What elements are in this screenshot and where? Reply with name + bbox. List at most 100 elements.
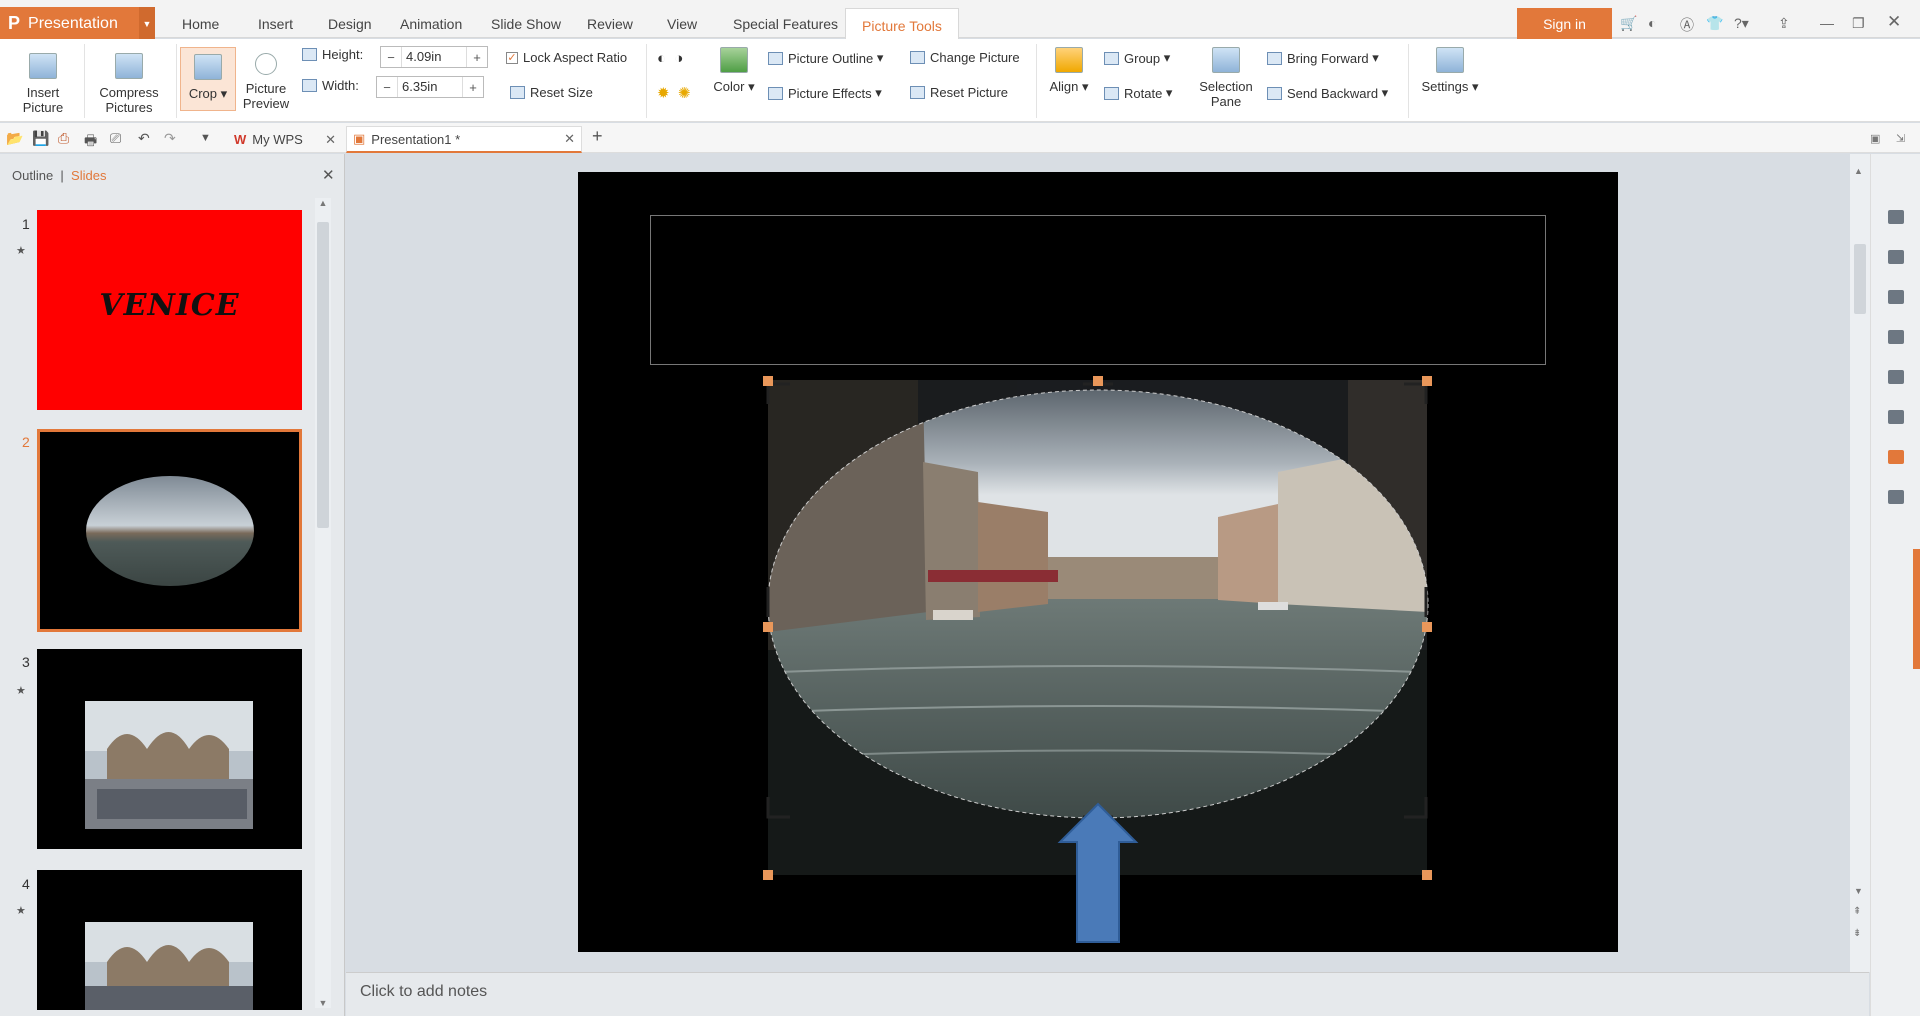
reset-picture-button[interactable]: Reset Picture xyxy=(910,85,1008,100)
contrast-icons[interactable]: ◐ ◑ xyxy=(657,50,683,67)
tab-view[interactable]: View xyxy=(667,16,697,32)
comments-icon[interactable] xyxy=(1888,410,1904,424)
width-value[interactable]: 6.35in xyxy=(397,77,463,97)
brightness-up-icon[interactable]: ✹ xyxy=(657,84,670,102)
tab-presentation1[interactable]: ▣ Presentation1 * ✕ xyxy=(346,126,582,153)
cropped-picture[interactable] xyxy=(578,172,1618,952)
height-value[interactable]: 4.09in xyxy=(401,47,467,67)
scroll-thumb[interactable] xyxy=(317,222,329,528)
shirt-icon[interactable]: 👕 xyxy=(1706,15,1723,32)
tab-outline[interactable]: Outline xyxy=(12,168,53,183)
window-mode-icon[interactable]: ▣ xyxy=(1870,132,1880,145)
print-preview-icon[interactable]: ⎚ xyxy=(110,130,121,147)
change-picture-button[interactable]: Change Picture xyxy=(910,50,1020,65)
tab-slide-show[interactable]: Slide Show xyxy=(491,16,561,32)
insert-picture-button[interactable]: Insert Picture xyxy=(12,53,74,115)
canvas-scrollbar[interactable]: ▲ ▼ ⇞ ⇟ xyxy=(1850,154,1870,972)
tab-insert[interactable]: Insert xyxy=(258,16,293,32)
scroll-up-icon[interactable]: ▲ xyxy=(1854,166,1863,176)
notes-placeholder[interactable]: Click to add notes xyxy=(360,983,487,1001)
width-increase[interactable]: + xyxy=(463,80,483,95)
customize-dropdown-icon[interactable]: ▼ xyxy=(200,132,211,144)
prev-slide-icon[interactable]: ⇞ xyxy=(1853,906,1861,917)
tab-my-wps[interactable]: W My WPS ✕ xyxy=(228,126,340,153)
sign-in-button[interactable]: Sign in xyxy=(1517,8,1612,40)
new-document-icon[interactable] xyxy=(1888,210,1904,224)
slide-thumbnail-4[interactable] xyxy=(37,870,302,1010)
contrast-down-icon[interactable]: ◑ xyxy=(674,50,683,67)
slide-editor[interactable] xyxy=(578,172,1618,952)
reset-size-button[interactable]: Reset Size xyxy=(510,85,593,100)
next-slide-icon[interactable]: ⇟ xyxy=(1853,928,1861,939)
rotate-button[interactable]: Rotate ▾ xyxy=(1104,85,1172,101)
picture-outline-button[interactable]: Picture Outline ▾ xyxy=(768,50,883,66)
selection-pane-button[interactable]: Selection Pane xyxy=(1194,47,1258,109)
tab-special-features[interactable]: Special Features xyxy=(733,16,838,32)
send-backward-button[interactable]: Send Backward ▾ xyxy=(1267,85,1388,101)
width-stepper[interactable]: − 6.35in + xyxy=(376,76,484,98)
cart-icon[interactable]: 🛒 xyxy=(1620,15,1637,32)
close-tab-icon[interactable]: ✕ xyxy=(325,132,336,148)
picture-preview-button[interactable]: Picture Preview xyxy=(240,53,292,111)
share-icon[interactable]: ⇪ xyxy=(1778,15,1790,32)
slide-layout-icon[interactable] xyxy=(1888,250,1904,264)
height-decrease[interactable]: − xyxy=(381,50,401,65)
export-pdf-icon[interactable]: ⎙ xyxy=(58,130,69,147)
slide-number: 3 xyxy=(22,654,30,670)
font-icon[interactable]: Ⓐ xyxy=(1680,15,1694,35)
bring-forward-button[interactable]: Bring Forward ▾ xyxy=(1267,50,1379,66)
color-button[interactable]: Color ▾ xyxy=(708,47,760,94)
contrast-up-icon[interactable]: ◐ xyxy=(657,50,666,67)
tab-review[interactable]: Review xyxy=(587,16,633,32)
close-pane-icon[interactable]: ✕ xyxy=(322,166,335,184)
brightness-icons[interactable]: ✹ ✺ xyxy=(657,84,691,102)
rotate-icon xyxy=(1104,86,1119,100)
save-icon[interactable]: 💾 xyxy=(32,130,49,147)
undo-icon[interactable]: ↶ xyxy=(138,130,150,147)
users-icon[interactable] xyxy=(1888,330,1904,344)
redo-icon[interactable]: ↷ xyxy=(164,130,176,147)
slide-thumbnail-3[interactable] xyxy=(37,649,302,849)
tab-home[interactable]: Home xyxy=(182,16,219,32)
scroll-down-icon[interactable]: ▼ xyxy=(1854,886,1863,896)
width-decrease[interactable]: − xyxy=(377,80,397,95)
settings-button[interactable]: Settings ▾ xyxy=(1416,47,1484,94)
app-dropdown-icon[interactable]: ▼ xyxy=(139,7,155,40)
help-icon[interactable]: ?▾ xyxy=(1734,15,1749,32)
picture-effects-button[interactable]: Picture Effects ▾ xyxy=(768,85,882,101)
side-drawer-handle[interactable] xyxy=(1913,549,1920,669)
app-menu-button[interactable]: P Presentation ▼ xyxy=(0,7,155,40)
height-stepper[interactable]: − 4.09in + xyxy=(380,46,488,68)
new-tab-icon[interactable]: + xyxy=(592,126,603,147)
properties-icon[interactable] xyxy=(1888,370,1904,384)
minimize-icon[interactable]: — xyxy=(1820,15,1834,31)
scroll-thumb[interactable] xyxy=(1854,244,1866,314)
group-button[interactable]: Group ▾ xyxy=(1104,50,1170,66)
collapse-ribbon-icon[interactable]: ⇲ xyxy=(1896,132,1905,145)
align-button[interactable]: Align ▾ xyxy=(1044,47,1094,94)
close-tab-icon[interactable]: ✕ xyxy=(564,131,575,147)
restore-icon[interactable]: ❐ xyxy=(1852,15,1865,32)
slide-thumbnail-1[interactable]: VENICE xyxy=(37,210,302,410)
notes-pane[interactable]: Click to add notes xyxy=(346,972,1869,1016)
document-search-icon[interactable] xyxy=(1888,450,1904,464)
template-icon[interactable] xyxy=(1888,290,1904,304)
crop-button[interactable]: Crop ▾ xyxy=(180,47,236,111)
open-icon[interactable]: 📂 xyxy=(6,130,23,147)
scroll-down-icon[interactable]: ▼ xyxy=(315,998,331,1008)
close-icon[interactable]: ✕ xyxy=(1887,12,1901,32)
backup-icon[interactable] xyxy=(1888,490,1904,504)
compress-pictures-button[interactable]: Compress Pictures xyxy=(90,53,168,115)
brightness-down-icon[interactable]: ✺ xyxy=(678,84,691,102)
slide-thumbnail-2[interactable] xyxy=(37,429,302,632)
scroll-up-icon[interactable]: ▲ xyxy=(315,198,331,208)
print-icon[interactable]: 🖶 xyxy=(84,130,97,154)
tab-picture-tools[interactable]: Picture Tools xyxy=(845,8,959,39)
tab-slides[interactable]: Slides xyxy=(71,168,106,183)
slides-scrollbar[interactable]: ▲ ▼ xyxy=(315,198,331,1008)
tab-animation[interactable]: Animation xyxy=(400,16,462,32)
lock-aspect-checkbox[interactable]: ✓ Lock Aspect Ratio xyxy=(506,50,627,65)
skin-icon[interactable]: ◐ xyxy=(1648,15,1656,31)
height-increase[interactable]: + xyxy=(467,50,487,65)
tab-design[interactable]: Design xyxy=(328,16,372,32)
